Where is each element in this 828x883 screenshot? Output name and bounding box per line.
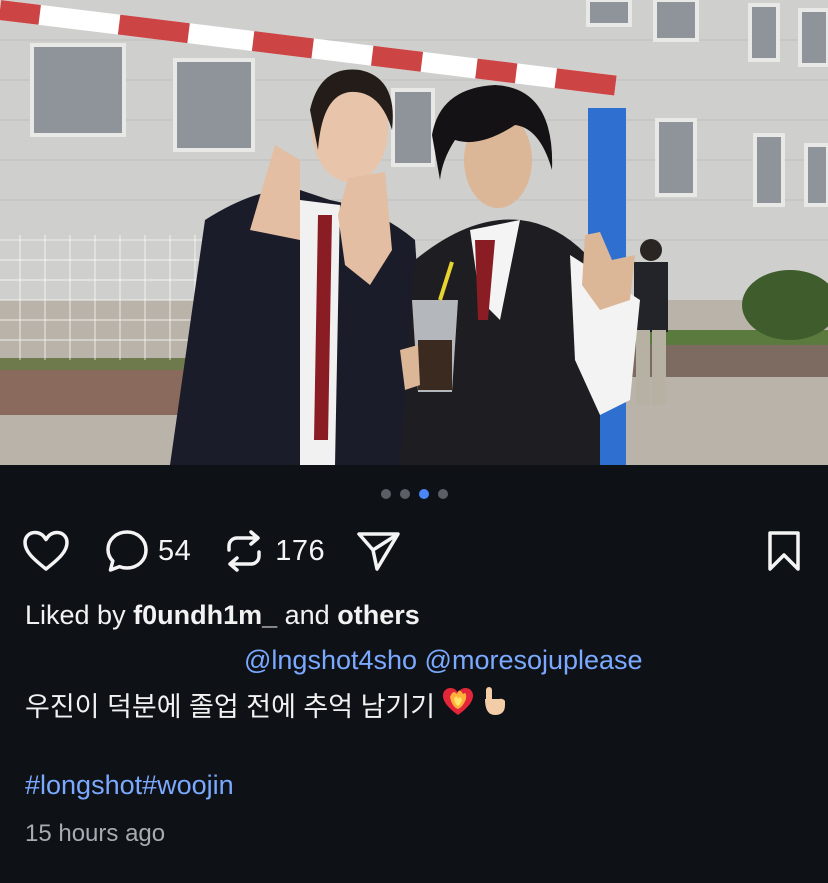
carousel-dot[interactable] xyxy=(380,489,391,499)
repost-count: 176 xyxy=(275,534,326,567)
liked-by-others[interactable]: others xyxy=(337,600,420,630)
liked-by-user[interactable]: f0undh1m_ xyxy=(133,600,277,630)
liked-by-prefix: Liked by xyxy=(25,600,126,630)
bookmark-button[interactable] xyxy=(766,530,802,572)
caption-text-line: 우진이 덕분에 졸업 전에 추억 남기기 xyxy=(25,685,509,724)
repost-icon xyxy=(227,530,262,572)
carousel-dot-active[interactable] xyxy=(418,489,429,499)
bookmark-icon xyxy=(768,531,800,571)
comment-count: 54 xyxy=(158,534,192,567)
post-photo[interactable] xyxy=(0,0,828,465)
carousel-indicator[interactable] xyxy=(0,489,828,499)
repost-button[interactable]: 176 xyxy=(221,528,325,574)
hashtag-link[interactable]: #woojin xyxy=(142,770,234,800)
mention-link[interactable]: @lngshot4sho xyxy=(244,645,417,675)
hashtag-link[interactable]: #longshot xyxy=(25,770,142,800)
caption-text: 우진이 덕분에 졸업 전에 추억 남기기 xyxy=(25,692,436,722)
post-timestamp: 15 hours ago xyxy=(25,820,166,847)
hashtags: #longshot#woojin xyxy=(25,770,234,801)
send-icon xyxy=(357,532,400,571)
carousel-dot[interactable] xyxy=(399,489,410,499)
comment-bubble-icon xyxy=(106,530,148,572)
liked-by-line: Liked by f0undh1m_ and others xyxy=(25,600,420,631)
photo-illustration xyxy=(0,0,828,465)
liked-by-joiner: and xyxy=(284,600,330,630)
share-button[interactable] xyxy=(355,529,401,573)
mention-link[interactable]: @moresojuplease xyxy=(425,645,643,675)
like-button[interactable] xyxy=(22,530,70,572)
heart-on-fire-emoji xyxy=(441,685,475,724)
heart-icon xyxy=(23,530,69,571)
carousel-dot[interactable] xyxy=(437,489,448,499)
caption-mentions: @lngshot4sho @moresojuplease xyxy=(244,645,643,676)
post-action-bar: 54 176 xyxy=(22,525,806,577)
raised-pinky-hand-emoji xyxy=(481,685,509,724)
comment-button[interactable]: 54 xyxy=(104,528,191,574)
